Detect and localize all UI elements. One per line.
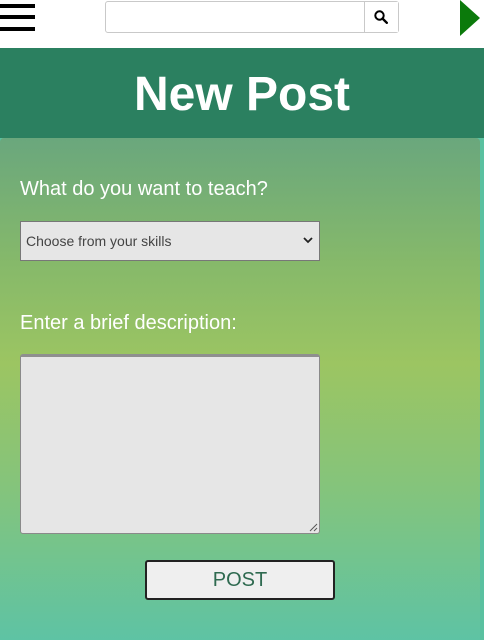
search-icon xyxy=(374,10,388,24)
search-box xyxy=(105,1,399,33)
resize-grip-icon[interactable] xyxy=(309,523,318,532)
new-post-form: What do you want to teach? Choose from y… xyxy=(0,138,480,640)
description-textarea[interactable] xyxy=(20,354,320,534)
chevron-down-icon xyxy=(303,237,313,244)
skill-select-value: Choose from your skills xyxy=(26,233,172,249)
search-input[interactable] xyxy=(106,2,366,32)
page-header: New Post xyxy=(0,48,484,138)
hamburger-menu-icon[interactable] xyxy=(0,3,36,33)
skill-select[interactable]: Choose from your skills xyxy=(20,221,320,261)
page-title: New Post xyxy=(133,68,351,121)
search-button[interactable] xyxy=(364,2,398,32)
post-button[interactable]: POST xyxy=(145,560,335,600)
teach-question-label: What do you want to teach? xyxy=(20,178,268,200)
top-bar xyxy=(0,0,484,48)
description-label: Enter a brief description: xyxy=(20,312,237,334)
next-arrow-icon[interactable] xyxy=(460,0,480,36)
